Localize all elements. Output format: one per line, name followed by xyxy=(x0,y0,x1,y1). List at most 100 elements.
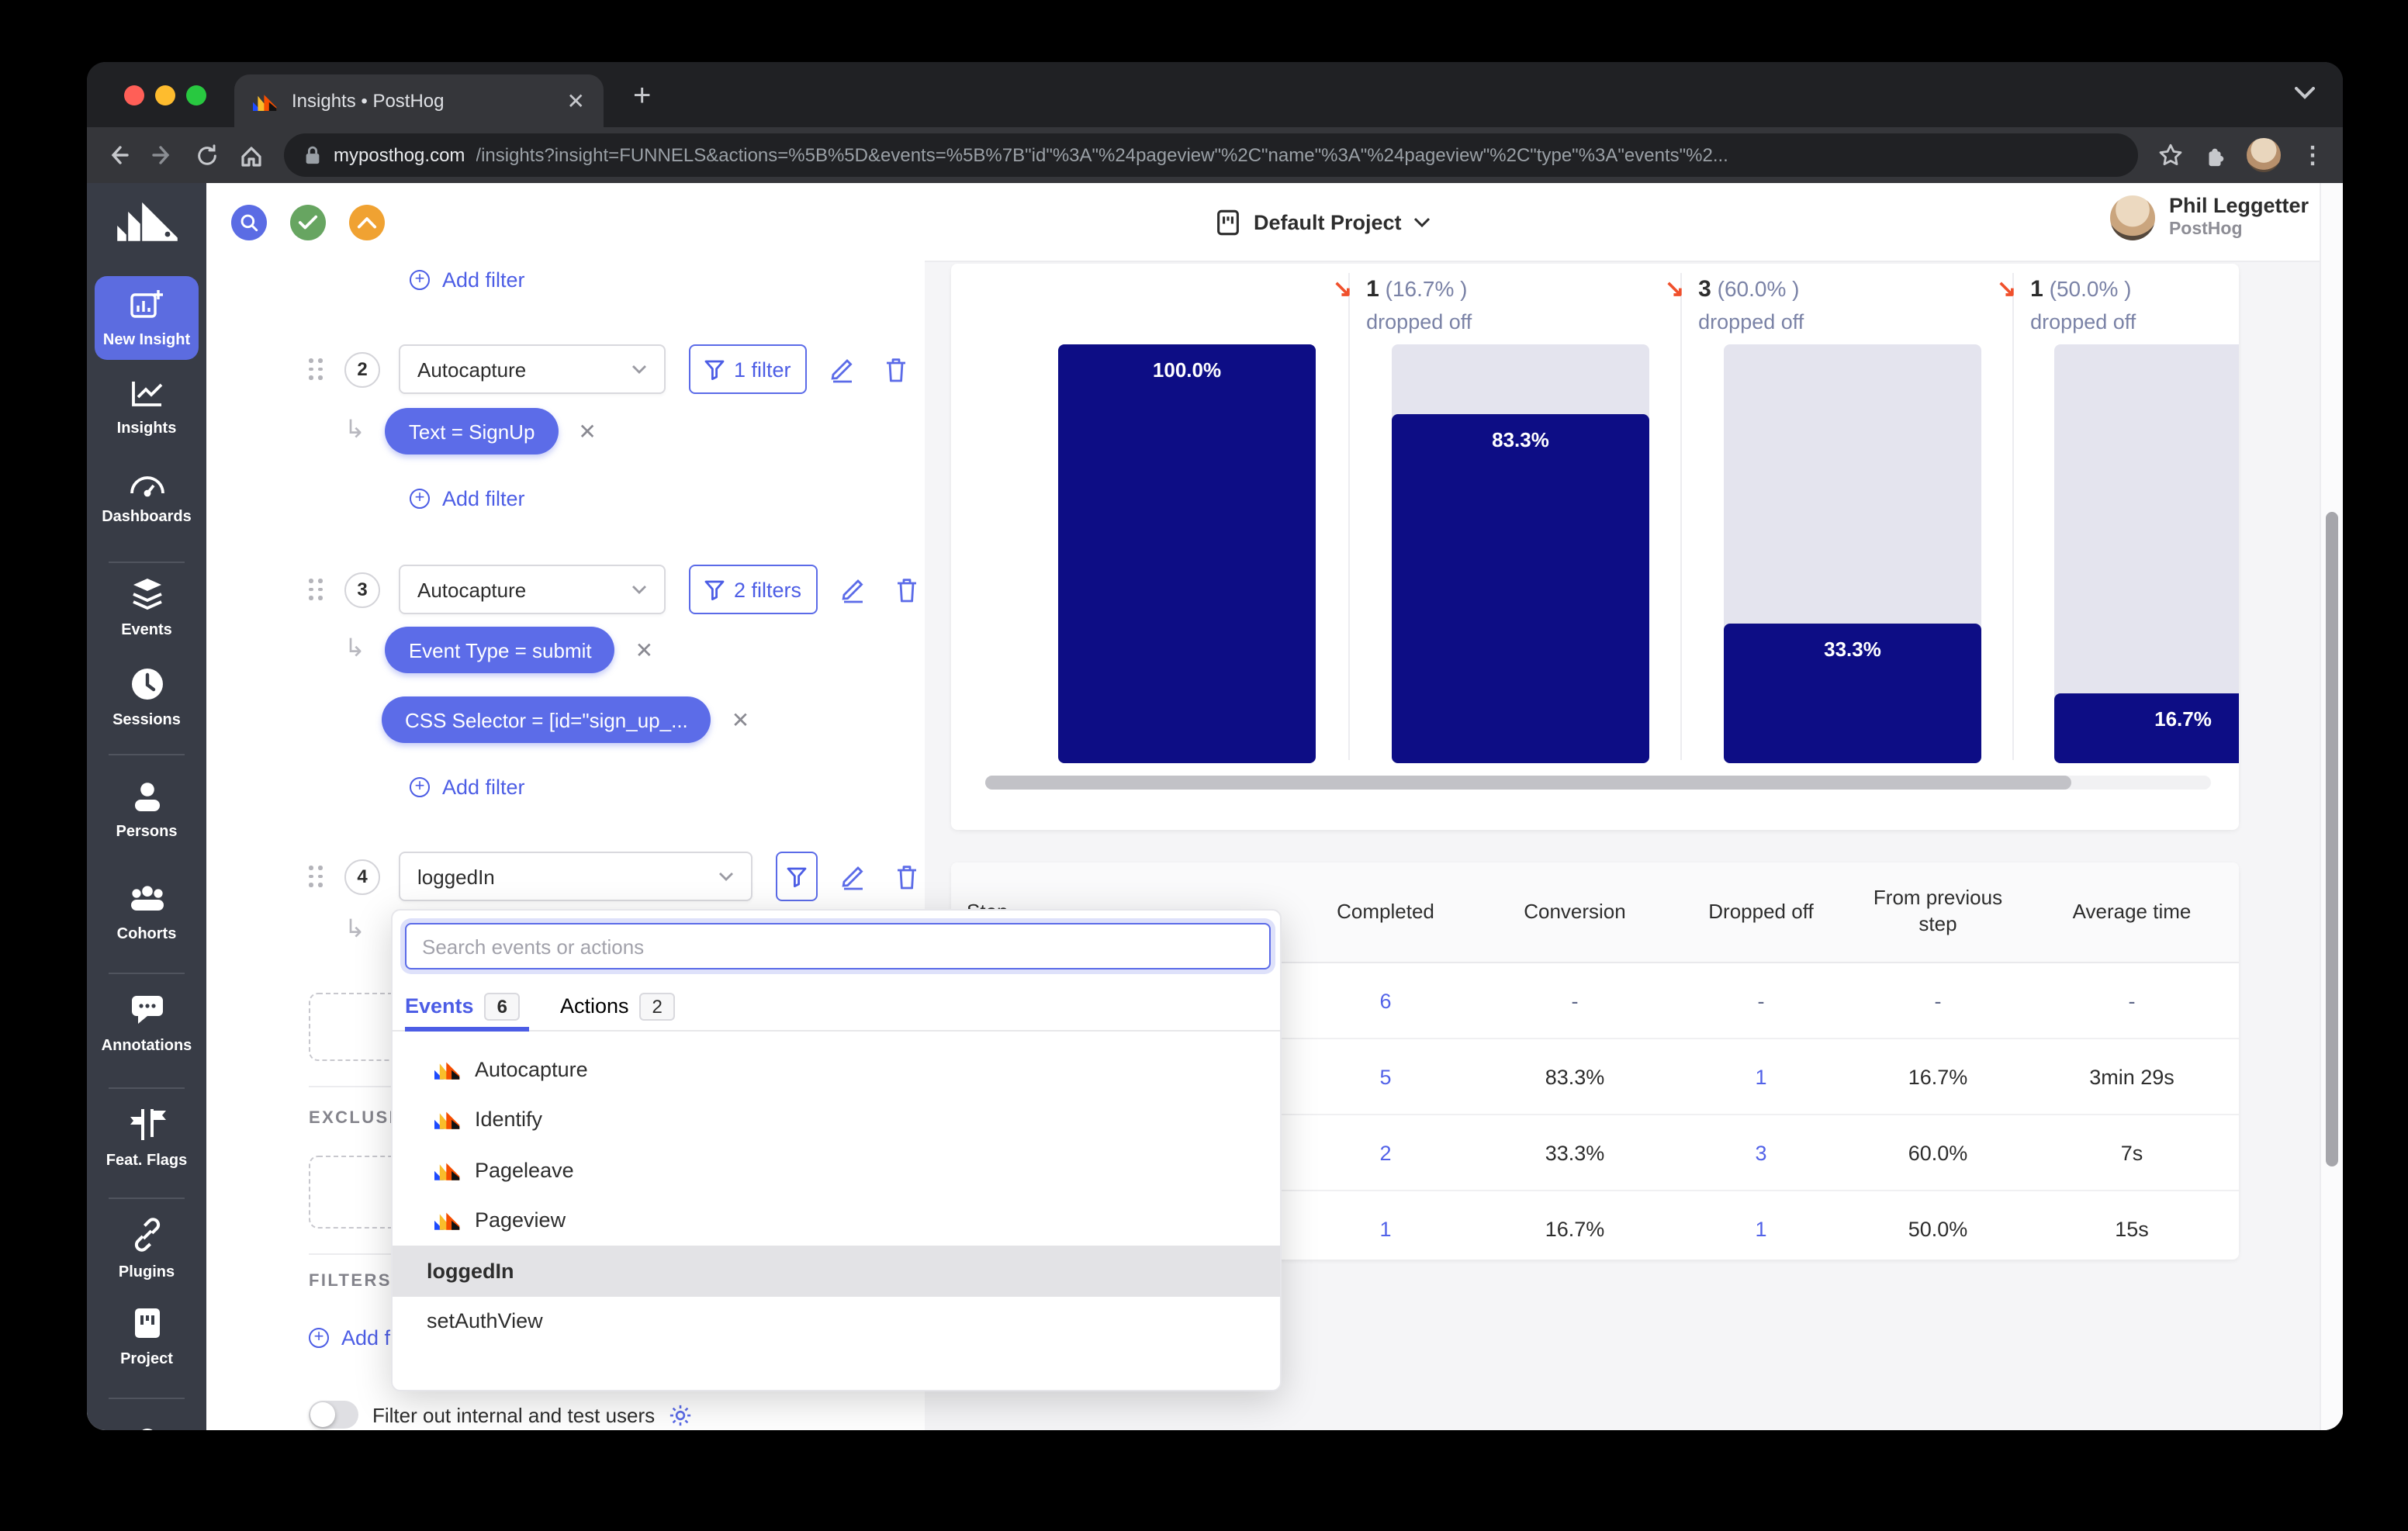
step-filter-count-button[interactable]: 2 filters xyxy=(689,565,818,614)
step-event-select[interactable]: Autocapture xyxy=(399,565,666,614)
tab-overflow-chevron-icon[interactable] xyxy=(2295,87,2315,99)
plus-circle-icon: + xyxy=(410,777,430,797)
window-minimize-button[interactable] xyxy=(155,85,175,105)
dropped-off-link[interactable]: 3 xyxy=(1671,1141,1851,1164)
tab-events[interactable]: Events 6 xyxy=(405,992,520,1020)
sidebar-item-partial[interactable] xyxy=(87,1419,206,1430)
url-bar[interactable]: myposthog.com/insights?insight=FUNNELS&a… xyxy=(284,133,2138,177)
user-name: Phil Leggetter xyxy=(2168,194,2309,217)
remove-filter-icon[interactable]: ✕ xyxy=(732,707,749,733)
step-event-select[interactable]: Autocapture xyxy=(399,344,666,394)
new-tab-button[interactable]: + xyxy=(633,79,651,115)
completed-link[interactable]: 2 xyxy=(1292,1141,1479,1164)
dropoff-label-1: ↘ 1 (16.7% ) dropped off xyxy=(1333,276,1472,334)
sidebar-item-events[interactable]: Events xyxy=(87,577,206,639)
delete-step-button[interactable] xyxy=(895,863,919,890)
add-filter-link[interactable]: + Add filter xyxy=(410,268,525,292)
sidebar-item-feature-flags[interactable]: Feat. Flags xyxy=(87,1108,206,1170)
delete-step-button[interactable] xyxy=(894,576,918,603)
step-event-select[interactable]: loggedIn xyxy=(399,852,752,901)
funnel-bar-2[interactable]: 83.3% xyxy=(1392,344,1649,763)
scrollbar-thumb[interactable] xyxy=(985,776,2071,790)
list-item-loggedin[interactable]: loggedIn xyxy=(393,1246,1280,1296)
reload-icon[interactable] xyxy=(195,143,219,167)
home-icon[interactable] xyxy=(239,143,264,167)
completed-link[interactable]: 1 xyxy=(1292,1217,1479,1240)
window-zoom-button[interactable] xyxy=(186,85,206,105)
back-icon[interactable] xyxy=(106,143,130,168)
search-input[interactable] xyxy=(405,923,1271,969)
completed-link[interactable]: 6 xyxy=(1292,989,1479,1012)
list-item-identify[interactable]: Identify xyxy=(393,1094,1280,1145)
funnel-filter-icon xyxy=(787,866,807,886)
sidebar-item-dashboards[interactable]: Dashboards xyxy=(87,468,206,526)
step-filter-button[interactable] xyxy=(776,852,818,901)
delete-step-button[interactable] xyxy=(884,356,908,382)
status-check-button[interactable] xyxy=(290,205,326,240)
dashboards-icon xyxy=(130,476,164,497)
dropoff-arrow-icon: ↘ xyxy=(1333,276,1353,302)
window-close-button[interactable] xyxy=(124,85,144,105)
project-selector[interactable]: Default Project xyxy=(1215,183,1431,261)
dropped-off-link[interactable]: 1 xyxy=(1671,1217,1851,1240)
actions-count-badge: 2 xyxy=(639,992,675,1020)
drag-handle-icon[interactable] xyxy=(309,866,324,887)
browser-tab[interactable]: Insights • PostHog ✕ xyxy=(234,74,604,127)
completed-link[interactable]: 5 xyxy=(1292,1065,1479,1088)
nested-arrow-icon: ↳ xyxy=(344,917,365,943)
add-filter-link[interactable]: + Add filter xyxy=(410,487,525,510)
chart-horizontal-scrollbar[interactable] xyxy=(985,776,2211,790)
funnel-bar-4[interactable]: 16.7% xyxy=(2054,344,2239,763)
sidebar-item-sessions[interactable]: Sessions xyxy=(87,667,206,729)
edit-step-button[interactable] xyxy=(839,576,865,603)
filter-pill[interactable]: Event Type = submit xyxy=(385,627,615,673)
edit-step-button[interactable] xyxy=(829,356,855,382)
extensions-puzzle-icon[interactable] xyxy=(2203,143,2226,167)
cohorts-icon xyxy=(130,886,163,911)
filter-pill[interactable]: CSS Selector = [id="sign_up_... xyxy=(382,696,711,743)
toggle-switch[interactable] xyxy=(309,1401,358,1429)
funnel-chart-card: ↘ 1 (16.7% ) dropped off ↘ 3 (60.0% ) dr… xyxy=(951,264,2239,830)
forward-icon[interactable] xyxy=(150,143,175,168)
add-filter-link[interactable]: + Add filter xyxy=(410,776,525,799)
sidebar-divider xyxy=(109,754,185,755)
sidebar-item-plugins[interactable]: Plugins xyxy=(87,1216,206,1281)
drag-handle-icon[interactable] xyxy=(309,358,324,380)
drag-handle-icon[interactable] xyxy=(309,579,324,600)
funnel-bar-3[interactable]: 33.3% xyxy=(1724,344,1981,763)
sidebar-item-insights[interactable]: Insights xyxy=(87,378,206,437)
funnel-step-4: 4 loggedIn xyxy=(309,852,919,901)
sidebar-item-annotations[interactable]: Annotations xyxy=(87,993,206,1055)
remove-filter-icon[interactable]: ✕ xyxy=(578,418,596,444)
posthog-event-icon xyxy=(434,1163,460,1180)
sidebar-item-project[interactable]: Project xyxy=(87,1306,206,1368)
collapse-button[interactable] xyxy=(349,205,385,240)
funnel-step-3: 3 Autocapture 2 filters xyxy=(309,565,918,614)
list-item-setauthview[interactable]: setAuthView xyxy=(393,1296,1280,1346)
sidebar-item-new-insight[interactable]: New Insight xyxy=(87,287,206,349)
funnel-bar-1[interactable]: 100.0% xyxy=(1058,344,1316,763)
step-number: 4 xyxy=(344,859,380,894)
browser-menu-kebab-icon[interactable]: ⋮ xyxy=(2301,143,2324,167)
bookmark-star-icon[interactable] xyxy=(2158,143,2183,168)
search-button[interactable] xyxy=(231,205,267,240)
remove-filter-icon[interactable]: ✕ xyxy=(635,637,653,663)
list-item-autocapture[interactable]: Autocapture xyxy=(393,1044,1280,1094)
sidebar-item-persons[interactable]: Persons xyxy=(87,780,206,841)
list-item-pageleave[interactable]: Pageleave xyxy=(393,1145,1280,1195)
dropped-off-link[interactable]: 1 xyxy=(1671,1065,1851,1088)
edit-step-button[interactable] xyxy=(839,863,866,890)
sidebar-item-cohorts[interactable]: Cohorts xyxy=(87,884,206,943)
col-header-from-previous-step: From previous step xyxy=(1873,886,2003,935)
step-3-filter-pill-row: ↳ Event Type = submit ✕ xyxy=(344,627,653,673)
list-item-pageview[interactable]: Pageview xyxy=(393,1195,1280,1246)
user-menu[interactable]: Phil Leggetter PostHog xyxy=(2109,194,2309,241)
browser-profile-avatar[interactable] xyxy=(2247,138,2281,172)
filter-pill[interactable]: Text = SignUp xyxy=(385,408,559,454)
tab-close-icon[interactable]: ✕ xyxy=(567,90,585,112)
scrollbar-thumb[interactable] xyxy=(2326,512,2338,1166)
gear-icon[interactable] xyxy=(669,1403,692,1426)
tab-actions[interactable]: Actions 2 xyxy=(560,992,675,1020)
step-filter-count-button[interactable]: 1 filter xyxy=(689,344,807,394)
page-vertical-scrollbar[interactable] xyxy=(2320,183,2343,1430)
